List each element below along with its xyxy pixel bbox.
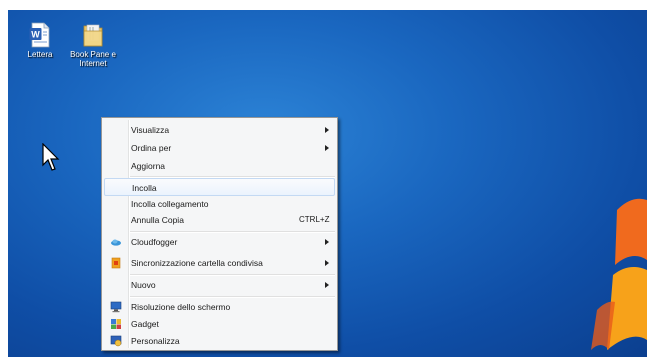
screenshot-frame: W Lettera Book Pane e Internet Visualizz…: [0, 0, 647, 361]
personalize-icon: [110, 335, 122, 347]
submenu-arrow-icon: [325, 127, 329, 133]
submenu-arrow-icon: [325, 239, 329, 245]
menu-item-label: Aggiorna: [131, 161, 166, 171]
menu-item-label: Ordina per: [131, 143, 172, 153]
sync-icon: [110, 257, 122, 269]
submenu-arrow-icon: [325, 282, 329, 288]
menu-item-incolla[interactable]: Incolla: [104, 178, 335, 196]
mouse-cursor-icon: [42, 142, 62, 173]
folder-icon: [82, 22, 104, 48]
cloud-icon: [110, 236, 122, 248]
menu-item-label: Risoluzione dello schermo: [131, 302, 231, 312]
menu-item-sincronizzazione[interactable]: Sincronizzazione cartella condivisa: [104, 254, 335, 272]
menu-item-label: Nuovo: [131, 280, 156, 290]
menu-item-label: Visualizza: [131, 125, 170, 135]
desktop-icon-label: Book Pane e Internet: [70, 50, 116, 68]
menu-item-label: Incolla: [132, 183, 157, 193]
menu-item-visualizza[interactable]: Visualizza: [104, 121, 335, 139]
desktop-icon-label: Lettera: [27, 50, 53, 59]
gadget-icon: [110, 318, 122, 330]
monitor-icon: [110, 301, 122, 313]
submenu-arrow-icon: [325, 145, 329, 151]
menu-item-label: Sincronizzazione cartella condivisa: [131, 258, 263, 268]
menu-item-label: Gadget: [131, 319, 159, 329]
submenu-arrow-icon: [325, 260, 329, 266]
desktop-context-menu: Visualizza Ordina per Aggiorna Incolla I…: [101, 117, 338, 351]
menu-item-annulla-copia[interactable]: Annulla Copia CTRL+Z: [104, 211, 335, 229]
word-document-icon: W: [29, 22, 51, 48]
menu-item-label: Annulla Copia: [131, 215, 184, 225]
menu-item-risoluzione-schermo[interactable]: Risoluzione dello schermo: [104, 298, 335, 316]
desktop-icon-book-pane-internet[interactable]: Book Pane e Internet: [63, 22, 123, 68]
menu-item-label: Cloudfogger: [131, 237, 178, 247]
menu-item-personalizza[interactable]: Personalizza: [104, 332, 335, 350]
menu-item-shortcut: CTRL+Z: [299, 215, 330, 224]
menu-item-cloudfogger[interactable]: Cloudfogger: [104, 233, 335, 251]
windows-logo-wallpaper: [577, 190, 647, 357]
menu-item-aggiorna[interactable]: Aggiorna: [104, 157, 335, 175]
svg-text:W: W: [31, 30, 40, 40]
menu-item-label: Personalizza: [131, 336, 180, 346]
menu-item-ordina-per[interactable]: Ordina per: [104, 139, 335, 157]
menu-item-label: Incolla collegamento: [131, 199, 209, 209]
menu-item-nuovo[interactable]: Nuovo: [104, 276, 335, 294]
desktop-icon-lettera[interactable]: W Lettera: [10, 22, 70, 59]
menu-item-gadget[interactable]: Gadget: [104, 315, 335, 333]
